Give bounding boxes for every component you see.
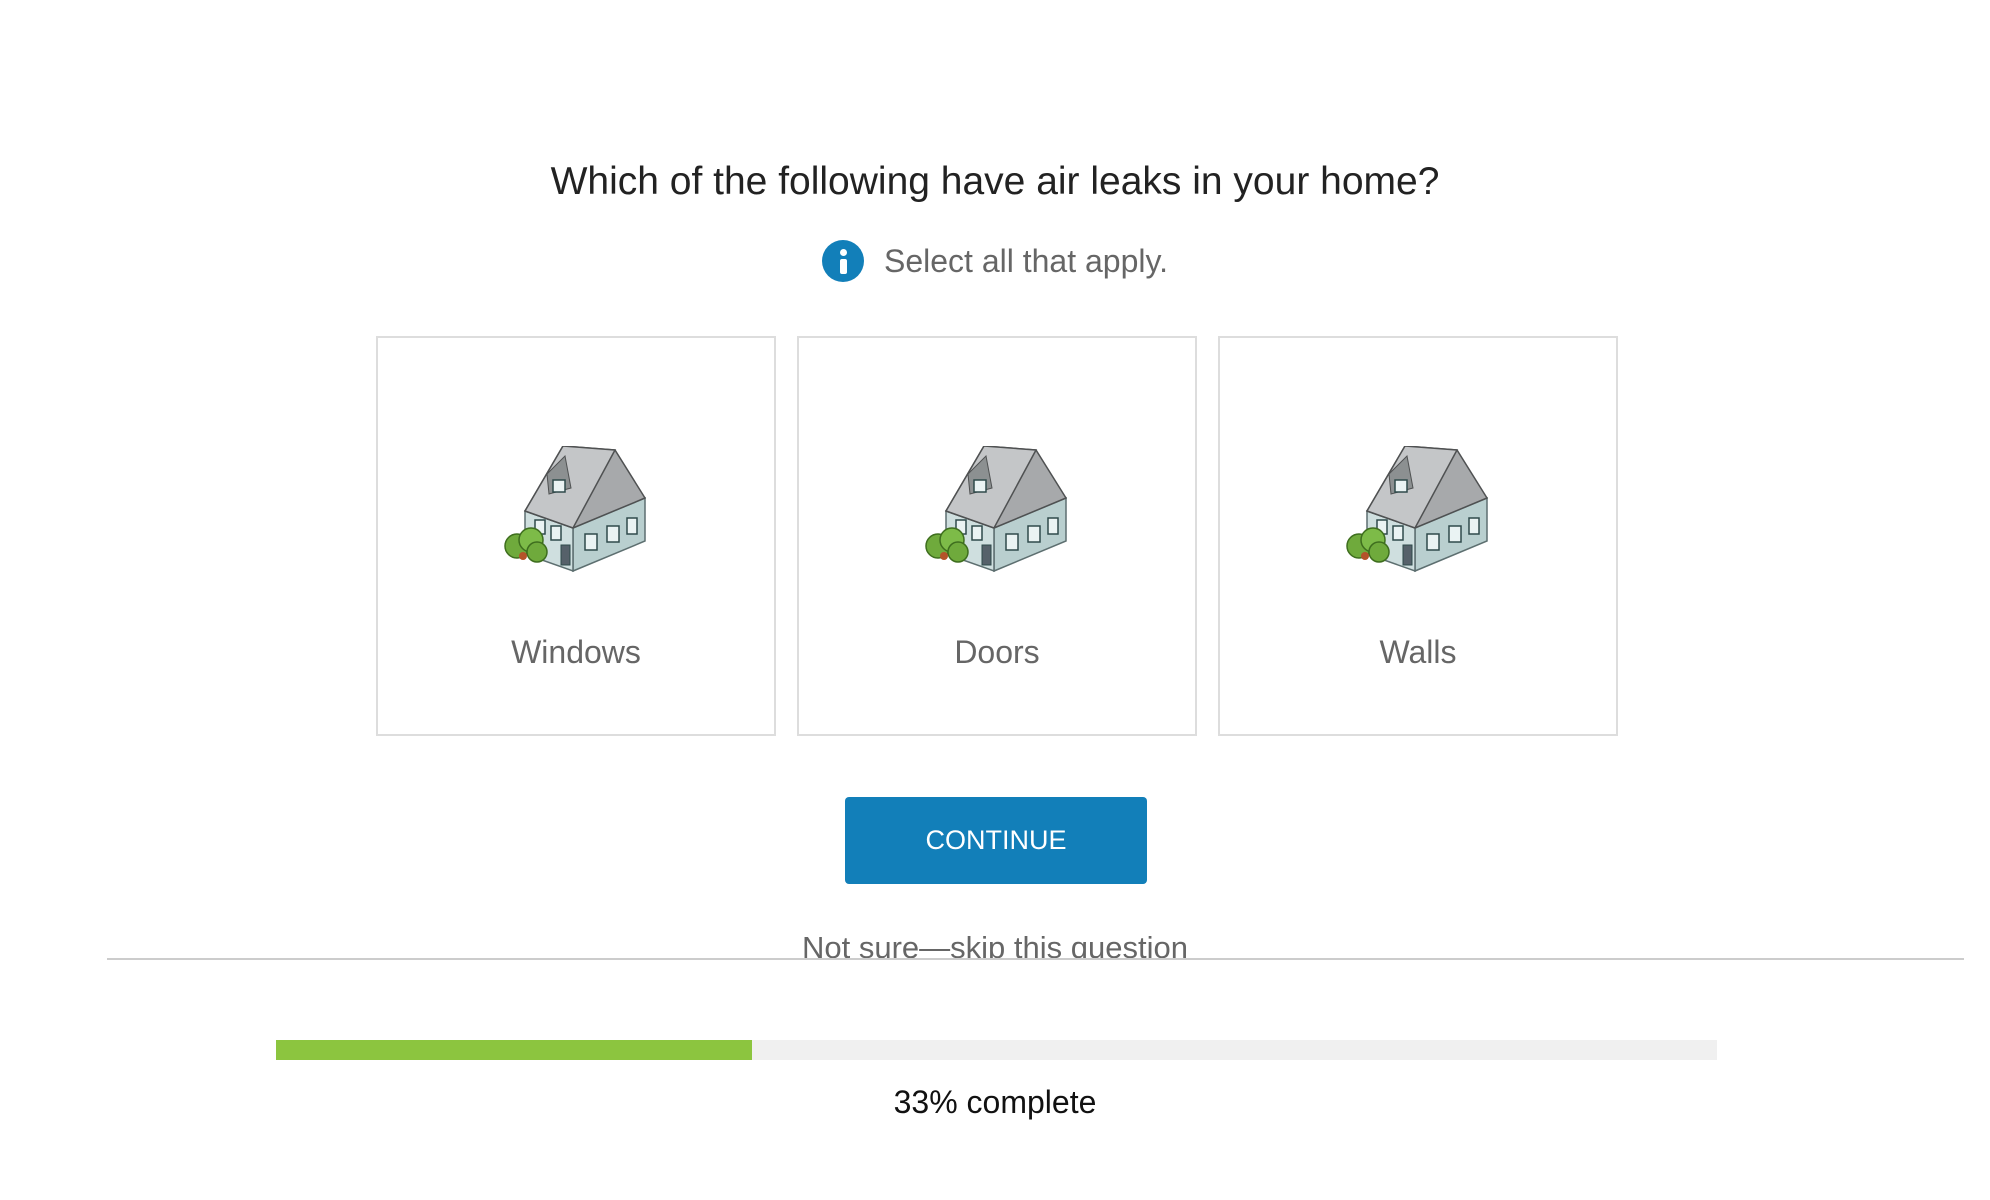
option-label: Windows [511, 634, 641, 670]
house-icon [925, 446, 1068, 573]
progress-bar-fill [276, 1040, 752, 1060]
continue-button[interactable]: CONTINUE [845, 797, 1147, 884]
options-grid: Windows Doors Walls [376, 336, 1618, 736]
option-windows[interactable]: Windows [376, 336, 776, 736]
info-icon [821, 240, 864, 282]
question-title: Which of the following have air leaks in… [550, 160, 1440, 203]
option-label: Walls [1379, 634, 1457, 670]
progress-bar [276, 1040, 1717, 1060]
divider [107, 958, 1964, 960]
option-label: Doors [954, 634, 1040, 670]
option-walls[interactable]: Walls [1218, 336, 1618, 736]
option-doors[interactable]: Doors [797, 336, 1197, 736]
hint-row: Select all that apply. [0, 240, 1990, 282]
survey-page: Which of the following have air leaks in… [0, 0, 1990, 1200]
house-icon [504, 446, 647, 573]
progress-label: 33% complete [893, 1084, 1097, 1120]
hint-text: Select all that apply. [883, 242, 1168, 279]
house-icon [1346, 446, 1489, 573]
skip-question-link[interactable]: Not sure—skip this question [0, 930, 1990, 960]
